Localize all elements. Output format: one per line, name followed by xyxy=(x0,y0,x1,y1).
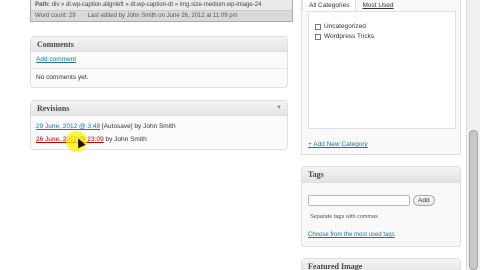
vertical-scrollbar[interactable] xyxy=(466,0,480,270)
tab-most-used[interactable]: Most Used xyxy=(356,0,399,11)
comments-title[interactable]: Comments xyxy=(31,37,287,52)
revisions-header[interactable]: Revisions ▼ xyxy=(31,101,287,116)
tab-all-categories[interactable]: All Categories xyxy=(302,0,357,11)
category-checkbox[interactable] xyxy=(315,24,321,30)
category-tabs: All Categories Most Used xyxy=(302,0,460,11)
last-edited: Last edited by John Smith on June 26, 20… xyxy=(87,13,238,19)
revision-author: by John Smith xyxy=(103,136,147,143)
category-item[interactable]: Uncategorized xyxy=(315,22,449,32)
comments-body: Add comment No comments yet. xyxy=(31,52,287,87)
tags-title[interactable]: Tags xyxy=(302,167,460,183)
editor-path-row: Path: div » dl.wp-caption.alignleft » dt… xyxy=(31,0,292,11)
revision-author: [Autosave] by John Smith xyxy=(100,123,176,130)
category-checklist: Uncategorized Wordpress Tricks xyxy=(308,11,456,129)
category-label: Wordpress Tricks xyxy=(324,33,375,40)
collapse-arrow-icon[interactable]: ▼ xyxy=(276,101,282,116)
revision-link[interactable]: 29 June, 2012 @ 3:48 xyxy=(36,123,100,130)
category-checkbox[interactable] xyxy=(315,34,321,40)
add-new-category-link[interactable]: + Add New Category xyxy=(308,141,368,148)
tag-entry-row: Add xyxy=(308,195,435,206)
add-tag-button[interactable]: Add xyxy=(413,195,435,206)
categories-panel: All Categories Most Used Uncategorized W… xyxy=(301,0,461,155)
no-comments-text: No comments yet. xyxy=(36,74,89,81)
revisions-title: Revisions xyxy=(37,104,70,113)
tags-box: Tags Add Separate tags with commas Choos… xyxy=(301,166,461,247)
tag-input[interactable] xyxy=(308,195,410,206)
tag-hint: Separate tags with commas xyxy=(310,214,378,220)
featured-image-box: Featured Image xyxy=(301,258,461,270)
choose-tags-link[interactable]: Choose from the most used tags xyxy=(308,232,395,238)
word-count: Word count: 29 xyxy=(35,13,76,19)
featured-image-title[interactable]: Featured Image xyxy=(302,259,460,270)
editor-status-bar: Path: div » dl.wp-caption.alignleft » dt… xyxy=(30,0,293,22)
scrollbar-thumb[interactable] xyxy=(469,130,478,270)
comments-box: Comments Add comment No comments yet. xyxy=(30,36,288,88)
editor-word-row: Word count: 29 Last edited by John Smith… xyxy=(31,11,292,21)
editor-path: div » dl.wp-caption.alignleft » dt.wp-ca… xyxy=(51,2,262,8)
path-label: Path: xyxy=(35,2,50,8)
category-label: Uncategorized xyxy=(324,23,366,30)
category-item[interactable]: Wordpress Tricks xyxy=(315,32,449,42)
add-comment-link[interactable]: Add comment xyxy=(36,56,76,63)
